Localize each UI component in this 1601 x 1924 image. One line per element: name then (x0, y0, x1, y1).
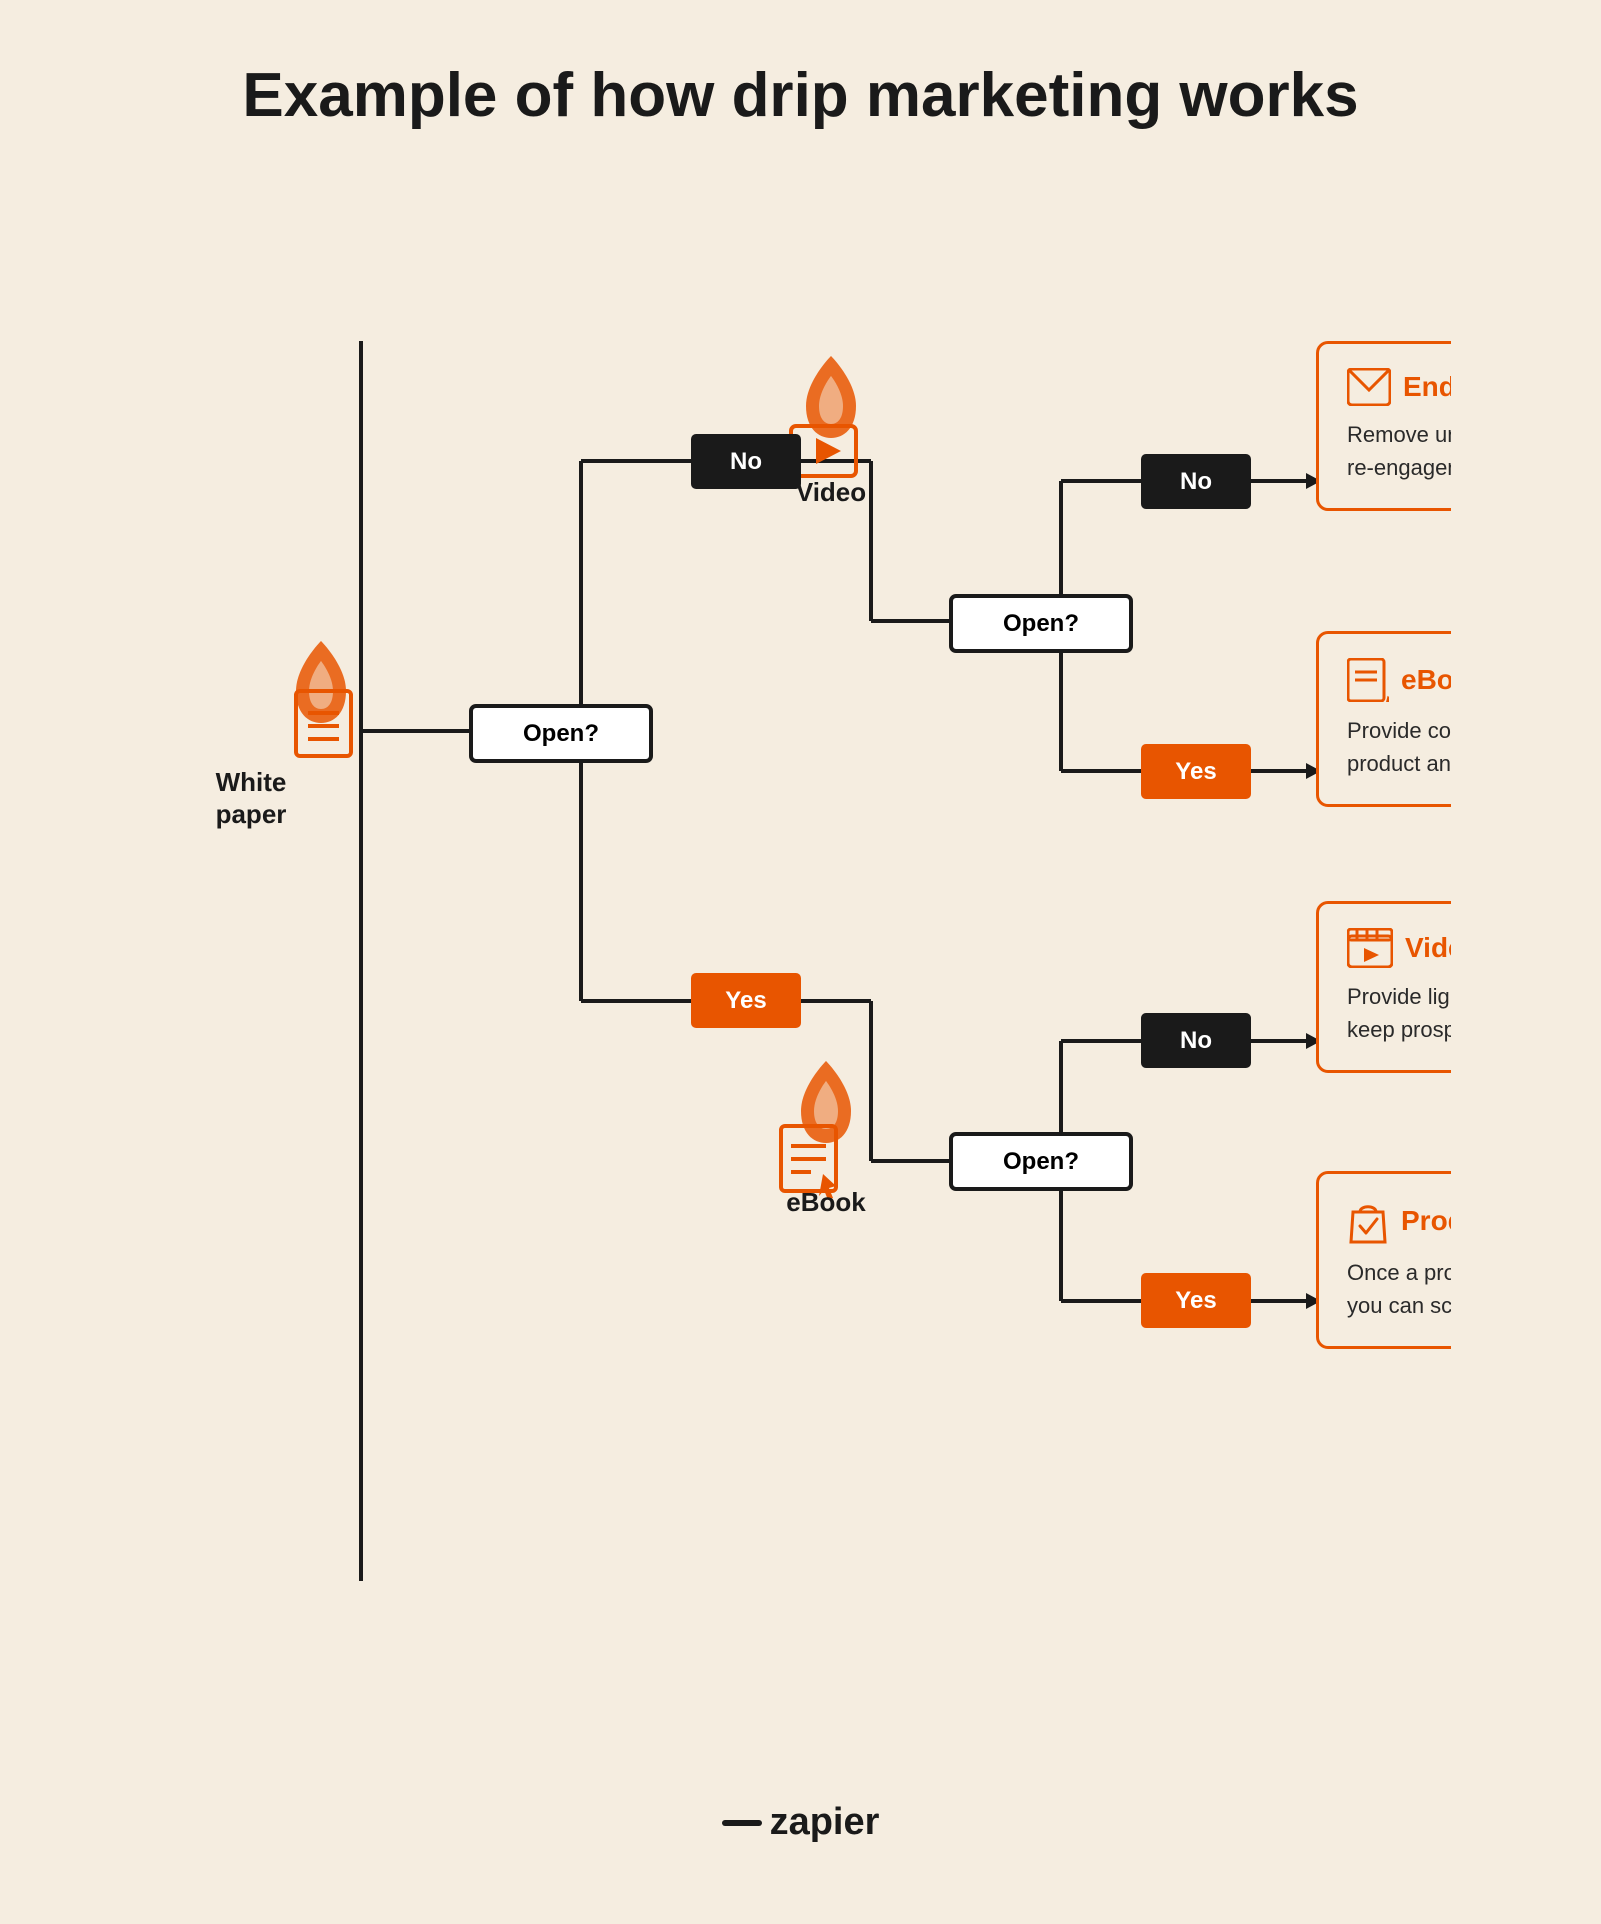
svg-text:No: No (730, 448, 762, 475)
zapier-logo-dash (722, 1820, 762, 1826)
diagram-svg: Open? No Yes Open? No Yes Open? No Yes W… (151, 201, 1451, 1751)
zapier-logo-text: zapier (770, 1801, 880, 1844)
svg-text:Open?: Open? (523, 720, 599, 747)
video-overview-title: Video overview (1405, 932, 1451, 964)
svg-text:Open?: Open? (1003, 1148, 1079, 1175)
svg-text:eBook: eBook (786, 1187, 866, 1217)
page-title: Example of how drip marketing works (242, 60, 1358, 131)
svg-text:Yes: Yes (1175, 1287, 1216, 1314)
svg-text:Video: Video (795, 477, 865, 507)
video-overview-text: Provide lighter, more engaging content t… (1347, 980, 1451, 1046)
svg-text:Open?: Open? (1003, 610, 1079, 637)
svg-text:Yes: Yes (1175, 758, 1216, 785)
diagram: Open? No Yes Open? No Yes Open? No Yes W… (151, 201, 1451, 1751)
svg-text:No: No (1180, 468, 1212, 495)
end-of-drip-text: Remove unengaged prospects or add them t… (1347, 418, 1451, 484)
ebook-title: eBook (1401, 664, 1451, 696)
svg-text:White: White (215, 767, 286, 797)
svg-text:Yes: Yes (725, 987, 766, 1014)
svg-text:paper: paper (215, 799, 286, 829)
end-of-drip-title: End of drip (1403, 371, 1451, 403)
product-demo-title: Product demo (1401, 1205, 1451, 1237)
product-demo-text: Once a prospect shows significant intere… (1347, 1256, 1451, 1322)
svg-text:No: No (1180, 1027, 1212, 1054)
zapier-logo: zapier (722, 1801, 880, 1844)
ebook-text: Provide content for a deeper analysis of… (1347, 714, 1451, 780)
